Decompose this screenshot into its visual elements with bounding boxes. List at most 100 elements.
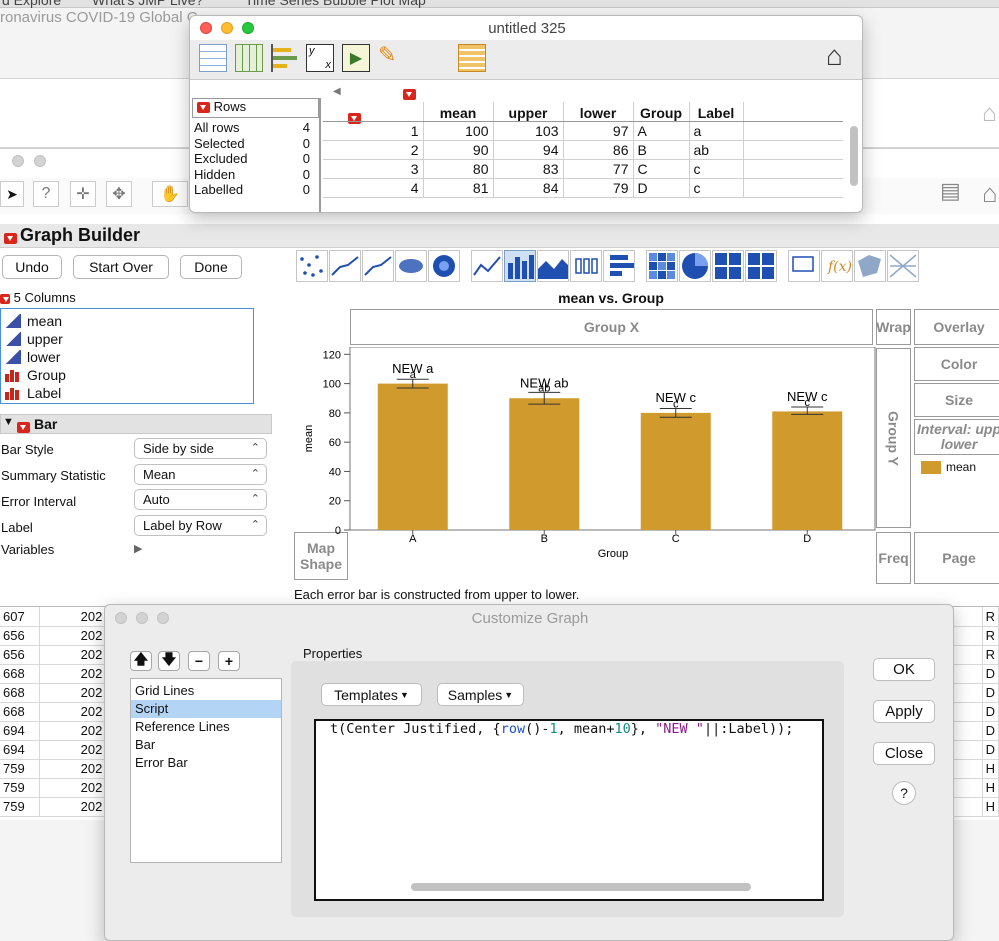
heatmap-icon[interactable] [646, 250, 678, 282]
cell-label[interactable]: ab [689, 140, 744, 160]
start-over-button[interactable]: Start Over [73, 255, 169, 279]
line-of-fit-icon[interactable] [362, 250, 394, 282]
overlay-zone[interactable]: Overlay [914, 309, 999, 345]
cell-lower[interactable]: 77 [563, 159, 634, 179]
list-item-bar[interactable]: Bar [131, 736, 281, 754]
bar-B[interactable] [509, 398, 580, 530]
rows-header[interactable]: Rows [192, 98, 319, 118]
freq-zone[interactable]: Freq [876, 532, 911, 584]
cell-group[interactable]: C [633, 159, 690, 179]
smoother-icon[interactable] [329, 250, 361, 282]
cell-label[interactable]: c [689, 159, 744, 179]
column-header-mean[interactable]: mean [423, 102, 494, 122]
bar-icon[interactable] [504, 250, 536, 282]
rows-menu-triangle-icon[interactable] [197, 102, 210, 114]
cell-lower[interactable]: 86 [563, 140, 634, 160]
cell-upper[interactable]: 83 [493, 159, 564, 179]
list-item-script[interactable]: Script [131, 700, 281, 718]
move-up-button[interactable]: 🡅 [130, 651, 152, 671]
templates-button[interactable]: Templates ▼ [321, 683, 422, 706]
cell-mean[interactable]: 81 [423, 178, 494, 198]
horizontal-scrollbar[interactable] [411, 883, 751, 891]
cell-upper[interactable]: 84 [493, 178, 564, 198]
home-icon[interactable]: ⌂ [826, 40, 843, 72]
move-down-button[interactable]: 🡇 [158, 651, 180, 671]
table-row[interactable]: 3 80 83 77 Cc [323, 159, 843, 179]
color-zone[interactable]: Color [914, 347, 999, 381]
column-header-lower[interactable]: lower [563, 102, 634, 122]
cell-lower[interactable]: 79 [563, 178, 634, 198]
row-number[interactable]: 3 [323, 159, 424, 179]
table-row[interactable]: 1 100 103 97 Aa [323, 121, 843, 141]
interval-zone[interactable]: Interval: upp lower [914, 419, 999, 455]
help-button[interactable]: ? [892, 781, 916, 805]
vertical-scrollbar[interactable] [850, 126, 858, 186]
gb-minimize-light[interactable] [34, 155, 46, 167]
cell-label[interactable]: c [689, 178, 744, 198]
cell-group[interactable]: B [633, 140, 690, 160]
arrow-tool-icon[interactable]: ➤ [0, 181, 24, 207]
left-arrow-icon[interactable]: ◀ [333, 86, 341, 97]
area-icon[interactable] [537, 250, 569, 282]
cell-label[interactable]: a [689, 121, 744, 141]
move-tool-icon[interactable]: ✥ [106, 181, 132, 207]
undo-button[interactable]: Undo [2, 255, 62, 279]
cell-mean[interactable]: 100 [423, 121, 494, 141]
column-header-upper[interactable]: upper [493, 102, 564, 122]
remove-button[interactable]: − [188, 651, 210, 671]
grid-table-icon[interactable] [235, 44, 263, 72]
home-icon-gb[interactable]: ⌂ [982, 178, 999, 210]
distribution-icon[interactable] [271, 44, 297, 72]
table-row[interactable]: 2 90 94 86 Bab [323, 140, 843, 160]
label-select[interactable]: Label by Row [134, 515, 267, 536]
apply-button[interactable]: Apply [873, 700, 935, 723]
page-zone[interactable]: Page [914, 532, 999, 584]
bar-style-select[interactable]: Side by side [134, 438, 267, 459]
parallel-icon[interactable] [887, 250, 919, 282]
size-zone[interactable]: Size [914, 383, 999, 417]
close-button[interactable]: Close [873, 742, 935, 765]
cell-upper[interactable]: 94 [493, 140, 564, 160]
formula-icon[interactable]: f(x) [821, 250, 853, 282]
column-label[interactable]: Label [1, 384, 253, 402]
histogram-icon[interactable] [603, 250, 635, 282]
list-item-grid-lines[interactable]: Grid Lines [131, 682, 281, 700]
column-upper[interactable]: upper [1, 330, 253, 348]
script-icon[interactable] [458, 44, 486, 72]
cell-mean[interactable]: 90 [423, 140, 494, 160]
row-number[interactable]: 2 [323, 140, 424, 160]
column-header-label[interactable]: Label [689, 102, 744, 122]
group-y-zone[interactable]: Group Y [876, 348, 911, 528]
collapse-icon[interactable]: ▼ [3, 416, 14, 428]
line-icon[interactable] [471, 250, 503, 282]
cell-group[interactable]: A [633, 121, 690, 141]
column-header-group[interactable]: Group [633, 102, 690, 122]
map-shapes-icon[interactable] [854, 250, 886, 282]
bg-home-icon[interactable]: ⌂ [982, 100, 999, 130]
cell-lower[interactable]: 97 [563, 121, 634, 141]
element-list[interactable]: Grid Lines Script Reference Lines Bar Error … [130, 678, 282, 863]
journal-icon[interactable]: ▤ [940, 178, 976, 210]
gb-close-light[interactable] [12, 155, 24, 167]
hand-tool-icon[interactable]: ✋ [152, 181, 188, 207]
pencil-icon[interactable]: ✎ [378, 42, 406, 72]
help-tool-icon[interactable]: ? [33, 181, 59, 207]
columns-list[interactable]: mean upper lower Group Label [0, 308, 254, 404]
column-lower[interactable]: lower [1, 348, 253, 366]
bar-D[interactable] [772, 411, 843, 530]
treemap-icon[interactable] [712, 250, 744, 282]
points-icon[interactable] [296, 250, 328, 282]
mosaic-icon[interactable] [745, 250, 777, 282]
error-interval-select[interactable]: Auto [134, 489, 267, 510]
fit-y-by-x-icon[interactable]: yx [306, 44, 334, 72]
crosshair-tool-icon[interactable]: ✛ [70, 181, 96, 207]
add-button[interactable]: + [218, 651, 240, 671]
done-button[interactable]: Done [180, 255, 242, 279]
contour-icon[interactable] [428, 250, 460, 282]
row-number[interactable]: 4 [323, 178, 424, 198]
row-number[interactable]: 1 [323, 121, 424, 141]
bg-tab-jmp-live[interactable]: What's JMP Live? [92, 0, 203, 8]
bg-tab-bubble-plot[interactable]: Time Series Bubble Plot Map [245, 0, 426, 8]
columns-menu-triangle-icon[interactable] [0, 293, 10, 304]
cell-upper[interactable]: 103 [493, 121, 564, 141]
